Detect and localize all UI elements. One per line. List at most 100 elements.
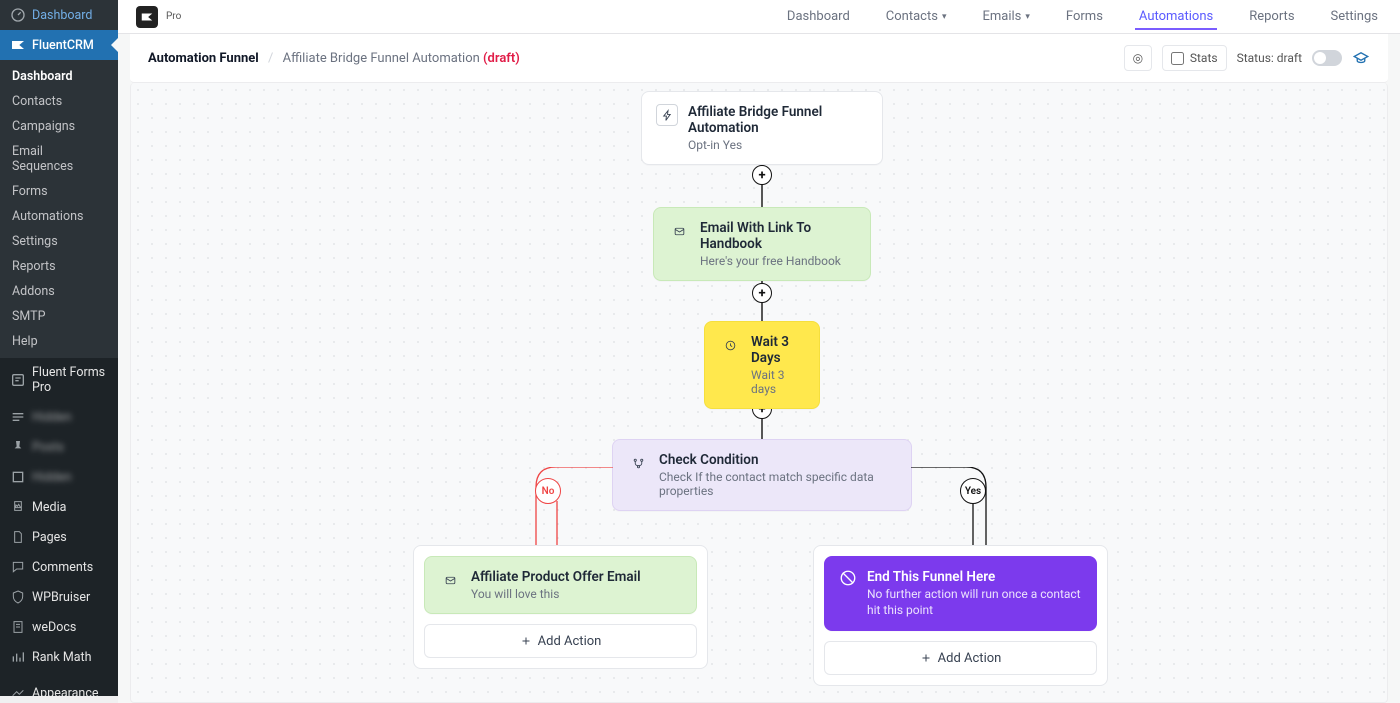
submenu-email-sequences[interactable]: Email Sequences (0, 139, 118, 179)
branch-box-no: Affiliate Product Offer Email You will l… (413, 545, 708, 669)
crumb-draft: (draft) (483, 51, 520, 66)
stats-button[interactable]: Stats (1162, 45, 1227, 71)
automation-canvas[interactable]: + + + Affiliate Bridge Funnel Automation… (130, 83, 1388, 703)
wp-menu-comments[interactable]: Comments (0, 552, 118, 582)
stop-icon (839, 569, 857, 587)
nav-forms[interactable]: Forms (1062, 3, 1107, 30)
nav-automations[interactable]: Automations (1135, 3, 1217, 30)
submenu-contacts[interactable]: Contacts (0, 89, 118, 114)
stats-label: Stats (1190, 51, 1218, 65)
submenu-addons[interactable]: Addons (0, 279, 118, 304)
generic-icon (10, 409, 26, 425)
eye-icon: ◎ (1133, 51, 1143, 65)
wp-menu-label: Media (32, 500, 66, 515)
connector-yes-down (959, 501, 999, 551)
chart-icon (10, 649, 26, 665)
nav-label: Contacts (886, 9, 938, 24)
node-title: Wait 3 Days (751, 334, 805, 366)
branch-icon (627, 452, 649, 474)
nav-contacts[interactable]: Contacts▾ (882, 3, 951, 30)
submenu-settings[interactable]: Settings (0, 229, 118, 254)
wp-menu-media[interactable]: Media (0, 492, 118, 522)
submenu-help[interactable]: Help (0, 329, 118, 354)
wp-menu-fluent-forms[interactable]: Fluent Forms Pro (0, 358, 118, 402)
add-action-button[interactable]: Add Action (424, 624, 697, 658)
generic-icon (10, 469, 26, 485)
pin-icon (10, 439, 26, 455)
wp-menu-label: WPBruiser (32, 590, 90, 605)
submenu-reports[interactable]: Reports (0, 254, 118, 279)
wp-menu-rankmath[interactable]: Rank Math (0, 642, 118, 672)
submenu-forms[interactable]: Forms (0, 179, 118, 204)
fluentcrm-logo (136, 6, 158, 28)
nav-label: Emails (982, 9, 1021, 24)
mail-icon (668, 220, 690, 242)
page-icon (10, 529, 26, 545)
help-icon[interactable] (1352, 49, 1370, 67)
email-node[interactable]: Affiliate Product Offer Email You will l… (424, 556, 697, 614)
nav-emails[interactable]: Emails ▾ (978, 3, 1033, 30)
node-subtitle: No further action will run once a contac… (867, 587, 1082, 618)
pro-badge: Pro (166, 11, 181, 22)
wp-menu-wpbruiser[interactable]: WPBruiser (0, 582, 118, 612)
chevron-down-icon: ▾ (1025, 12, 1030, 22)
status-label: Status: draft (1237, 51, 1302, 65)
bolt-icon (656, 104, 678, 126)
node-subtitle: Wait 3 days (751, 368, 805, 396)
wp-menu-posts[interactable]: Posts (0, 432, 118, 462)
wp-menu-appearance[interactable]: Appearance (0, 678, 118, 696)
nav-reports[interactable]: Reports (1245, 3, 1298, 30)
crm-top-nav: Dashboard Contacts▾ Emails ▾ Forms Automa… (783, 3, 1382, 30)
wp-menu-fluentcrm[interactable]: FluentCRM (0, 30, 118, 60)
clock-icon (719, 334, 741, 356)
wp-menu-hidden2[interactable]: Hidden (0, 462, 118, 492)
add-step-button[interactable]: + (752, 165, 772, 185)
email-node[interactable]: Email With Link To Handbook Here's your … (653, 207, 871, 281)
submenu-campaigns[interactable]: Campaigns (0, 114, 118, 139)
submenu-smtp[interactable]: SMTP (0, 304, 118, 329)
submenu-dashboard[interactable]: Dashboard (0, 64, 118, 89)
wait-node[interactable]: Wait 3 Days Wait 3 days (704, 321, 820, 409)
crumb-name: Affiliate Bridge Funnel Automation (283, 51, 480, 66)
crumb-root: Automation Funnel (148, 51, 259, 66)
status-toggle[interactable] (1312, 50, 1342, 66)
condition-node[interactable]: Check Condition Check If the contact mat… (612, 439, 912, 511)
fluentcrm-icon (10, 37, 26, 53)
wp-menu-label: Dashboard (32, 8, 92, 23)
wp-menu-label: Pages (32, 530, 67, 545)
wp-menu-label: weDocs (32, 620, 76, 635)
add-action-button[interactable]: Add Action (824, 641, 1097, 675)
main-area: Pro Dashboard Contacts▾ Emails ▾ Forms Au… (118, 0, 1400, 703)
mail-icon (439, 569, 461, 591)
crumb-separator: / (268, 51, 273, 66)
wp-menu-dashboard[interactable]: Dashboard (0, 0, 118, 30)
media-icon (10, 499, 26, 515)
node-title: Affiliate Product Offer Email (471, 569, 641, 585)
trigger-node[interactable]: Affiliate Bridge Funnel Automation Opt-i… (641, 91, 883, 165)
dashboard-icon (10, 7, 26, 23)
breadcrumb: Automation Funnel / Affiliate Bridge Fun… (148, 51, 520, 66)
submenu-automations[interactable]: Automations (0, 204, 118, 229)
wp-menu-hidden[interactable]: Hidden (0, 402, 118, 432)
view-button[interactable]: ◎ (1124, 45, 1152, 71)
wp-menu-label: Appearance (32, 686, 99, 697)
nav-dashboard[interactable]: Dashboard (783, 3, 854, 30)
node-subtitle: Opt-in Yes (688, 138, 868, 152)
wp-menu-label: Posts (32, 440, 64, 455)
node-title: Check Condition (659, 452, 897, 468)
automation-header: Automation Funnel / Affiliate Bridge Fun… (130, 34, 1388, 83)
wp-admin-sidebar: Dashboard FluentCRM Dashboard Contacts C… (0, 0, 118, 696)
crm-topbar: Pro Dashboard Contacts▾ Emails ▾ Forms Au… (118, 0, 1400, 34)
add-action-label: Add Action (938, 651, 1002, 666)
add-step-button[interactable]: + (752, 283, 772, 303)
node-subtitle: Here's your free Handbook (700, 254, 856, 268)
nav-settings[interactable]: Settings (1327, 3, 1382, 30)
wp-menu-label: Hidden (32, 470, 72, 485)
wp-menu-wedocs[interactable]: weDocs (0, 612, 118, 642)
comment-icon (10, 559, 26, 575)
wp-menu-pages[interactable]: Pages (0, 522, 118, 552)
node-title: Email With Link To Handbook (700, 220, 856, 252)
end-node[interactable]: End This Funnel Here No further action w… (824, 556, 1097, 631)
stats-checkbox[interactable] (1171, 52, 1184, 65)
branch-no-label: No (535, 478, 561, 504)
